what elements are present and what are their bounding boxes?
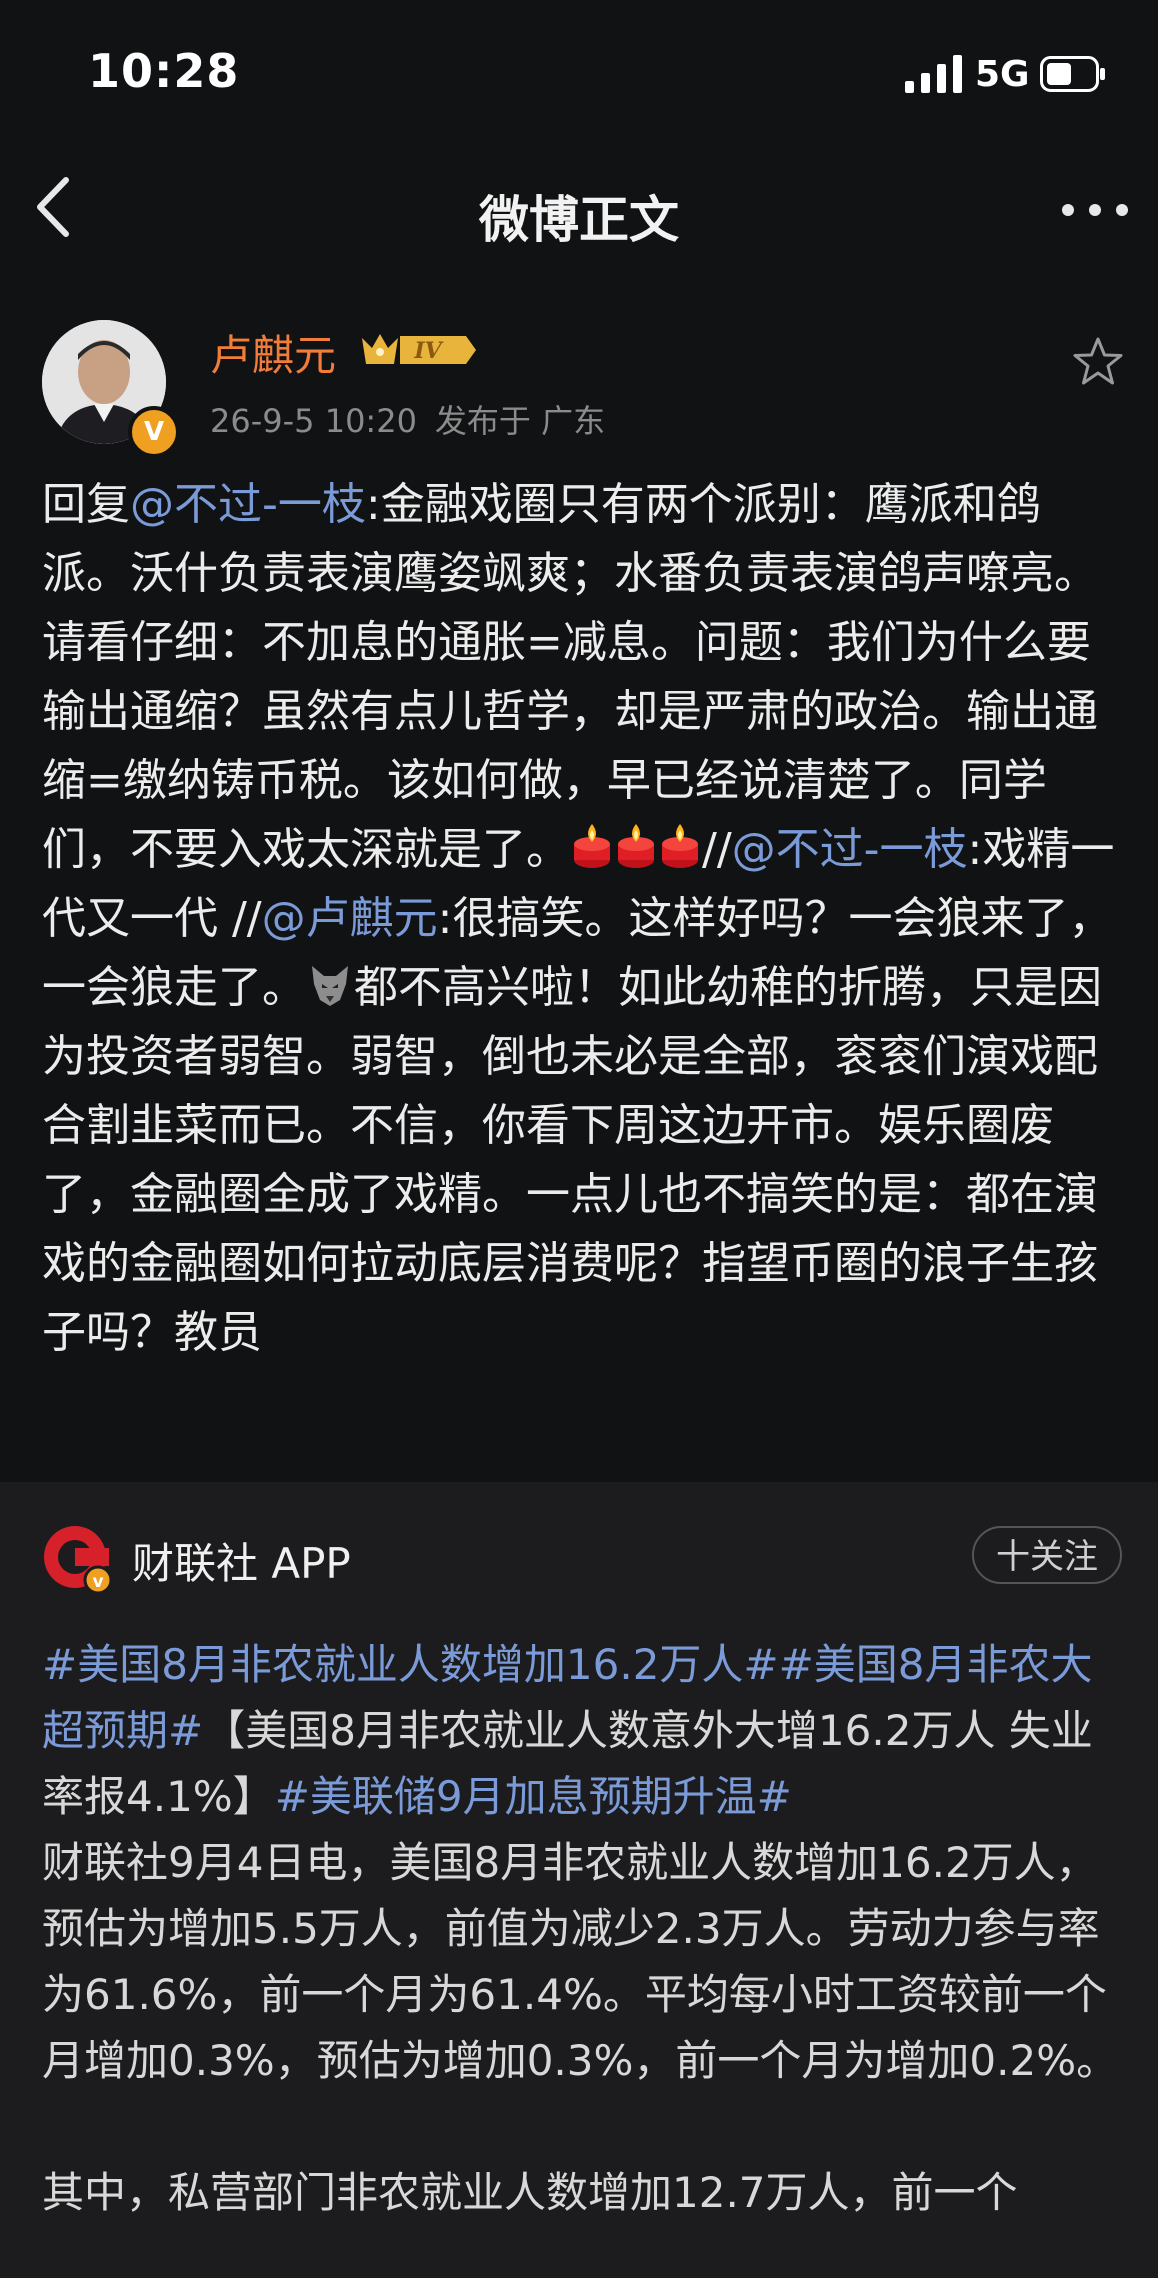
network-label: 5G bbox=[975, 54, 1030, 95]
repost-content: #美国8月非农就业人数增加16.2万人##美国8月非农大超预期#【美国8月非农就… bbox=[42, 1632, 1132, 2226]
wolf-icon bbox=[312, 966, 348, 1006]
nav-bar: 微博正文 bbox=[0, 150, 1158, 270]
author-header: V 卢麒元 IV 26-9-5 10:20 发布于 广东 bbox=[0, 310, 1158, 460]
cailianshe-logo-icon: v bbox=[44, 1526, 112, 1594]
follow-button[interactable]: 十关注 bbox=[972, 1526, 1122, 1584]
post-text: 都不高兴啦！如此幼稚的折腾，只是因为投资者弱智。弱智，倒也未必是全部，衮衮们演戏… bbox=[42, 962, 1102, 1358]
post-body: 回复@不过-一枝:金融戏圈只有两个派别：鹰派和鸽派。沃什负责表演鹰姿飒爽；水番负… bbox=[42, 470, 1122, 1367]
author-name[interactable]: 卢麒元 bbox=[210, 322, 336, 383]
repost-card[interactable]: v 财联社 APP 十关注 #美国8月非农就业人数增加16.2万人##美国8月非… bbox=[0, 1482, 1158, 2278]
repost-paragraph: 财联社9月4日电，美国8月非农就业人数增加16.2万人，预估为增加5.5万人，前… bbox=[42, 1838, 1119, 2085]
post-location: 发布于 广东 bbox=[434, 402, 606, 440]
source-name[interactable]: 财联社 APP bbox=[132, 1530, 351, 1591]
candle-icon bbox=[574, 824, 610, 868]
status-time: 10:28 bbox=[88, 44, 240, 98]
mention-link[interactable]: @不过-一枝 bbox=[130, 479, 366, 530]
repost-paragraph: 其中，私营部门非农就业人数增加12.7万人，前一个 bbox=[42, 2168, 1018, 2217]
post-timestamp: 26-9-5 10:20 bbox=[210, 402, 417, 440]
post-meta: 26-9-5 10:20 发布于 广东 bbox=[210, 396, 623, 442]
svg-text:v: v bbox=[92, 1572, 103, 1592]
level-badge-text: IV bbox=[413, 338, 443, 364]
verified-badge: V bbox=[128, 406, 180, 458]
star-icon[interactable] bbox=[1072, 336, 1124, 388]
mention-link[interactable]: @不过-一枝 bbox=[732, 824, 968, 875]
hashtag-link[interactable]: #美联储9月加息预期升温# bbox=[275, 1772, 792, 1821]
status-bar: 10:28 5G bbox=[0, 0, 1158, 150]
repost-headline: #美国8月非农就业人数增加16.2万人##美国8月非农大超预期#【美国8月非农就… bbox=[42, 1632, 1132, 1830]
signal-icon bbox=[905, 55, 962, 93]
post-text: // bbox=[702, 824, 732, 875]
more-options-icon[interactable] bbox=[1060, 200, 1130, 220]
crown-level-icon: IV bbox=[362, 334, 476, 364]
mention-link[interactable]: @卢麒元 bbox=[262, 893, 438, 944]
page-title: 微博正文 bbox=[479, 191, 679, 249]
battery-icon bbox=[1040, 56, 1105, 92]
post-text: :金融戏圈只有两个派别：鹰派和鸽派。沃什负责表演鹰姿飒爽；水番负责表演鸽声嘹亮。… bbox=[42, 479, 1098, 875]
candle-icon bbox=[662, 824, 698, 868]
post-text: 回复 bbox=[42, 479, 130, 530]
candle-icon bbox=[618, 824, 654, 868]
